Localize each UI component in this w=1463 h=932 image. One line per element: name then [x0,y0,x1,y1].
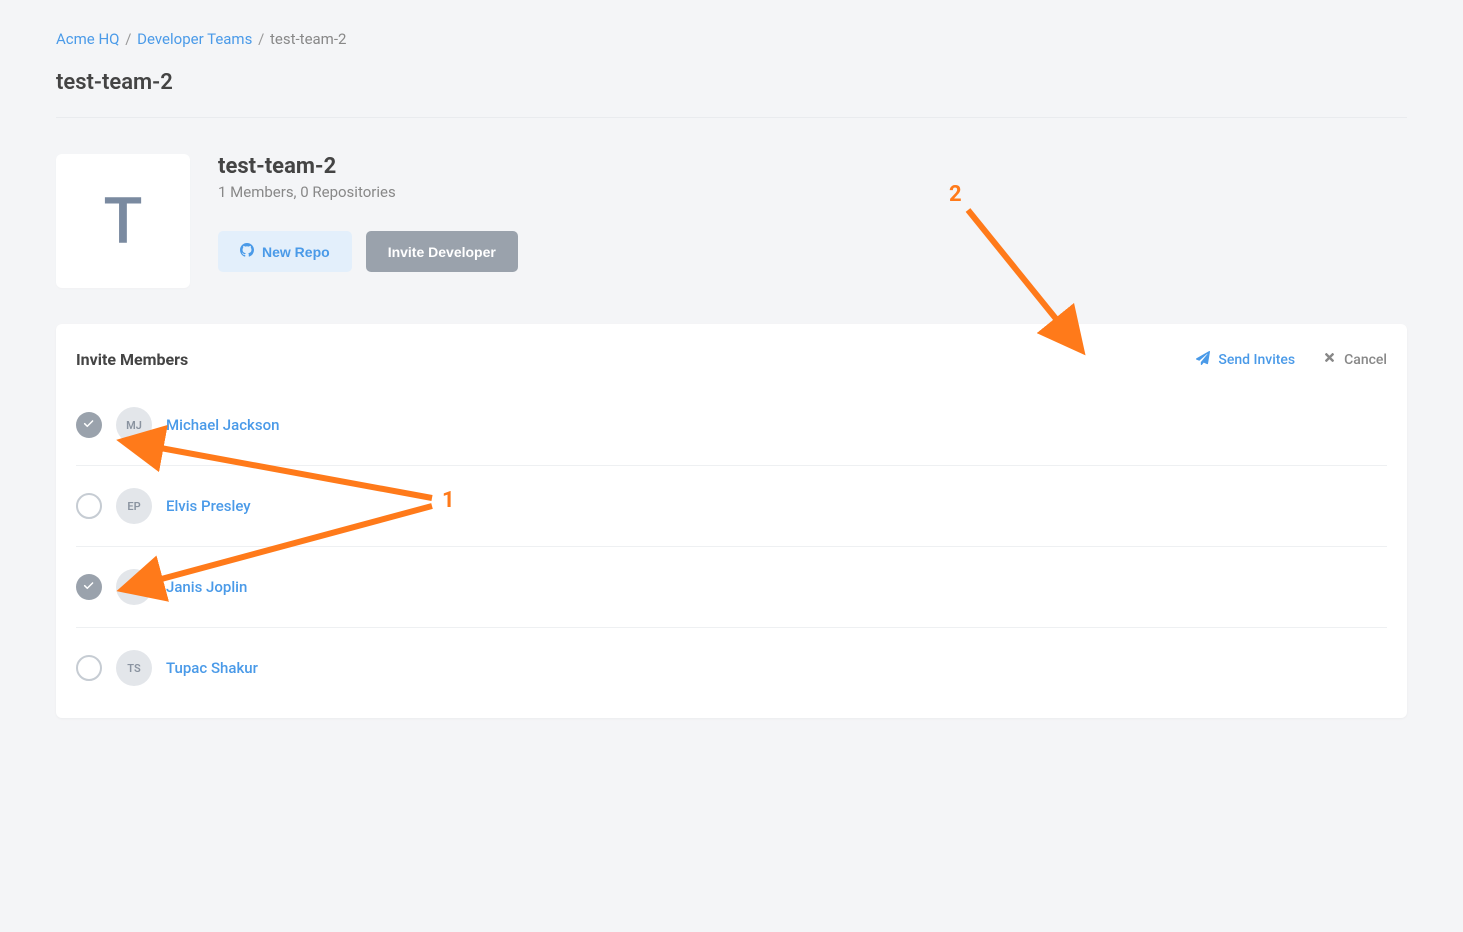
member-name-link[interactable]: Janis Joplin [166,578,247,596]
checkbox-checked-icon[interactable] [76,574,102,600]
page-title: test-team-2 [56,70,1407,95]
member-avatar: TS [116,650,152,686]
member-row: EP Elvis Presley [76,465,1387,546]
breadcrumb-current: test-team-2 [270,30,346,48]
member-list: MJ Michael Jackson EP Elvis Presley JJ Janis … [76,397,1387,708]
invite-developer-label: Invite Developer [388,244,496,260]
divider [56,117,1407,118]
team-header: T test-team-2 1 Members, 0 Repositories … [56,154,1407,288]
new-repo-button[interactable]: New Repo [218,231,352,272]
member-name-link[interactable]: Tupac Shakur [166,659,258,677]
invite-panel-actions: Send Invites Cancel [1196,351,1387,369]
new-repo-label: New Repo [262,244,330,260]
checkbox-empty-icon[interactable] [76,655,102,681]
member-name-link[interactable]: Elvis Presley [166,497,251,515]
checkbox-empty-icon[interactable] [76,493,102,519]
paper-plane-icon [1196,351,1210,369]
breadcrumb: Acme HQ / Developer Teams / test-team-2 [56,30,1407,48]
cancel-button[interactable]: Cancel [1323,351,1387,369]
team-info: test-team-2 1 Members, 0 Repositories Ne… [218,154,518,272]
send-invites-button[interactable]: Send Invites [1196,351,1295,369]
member-row: JJ Janis Joplin [76,546,1387,627]
member-name-link[interactable]: Michael Jackson [166,416,279,434]
invite-developer-button[interactable]: Invite Developer [366,231,518,272]
github-icon [240,243,254,260]
breadcrumb-sep: / [125,30,131,48]
member-avatar: MJ [116,407,152,443]
team-buttons: New Repo Invite Developer [218,231,518,272]
member-avatar: JJ [116,569,152,605]
member-avatar: EP [116,488,152,524]
cancel-label: Cancel [1344,352,1387,368]
member-row: TS Tupac Shakur [76,627,1387,708]
team-subtitle: 1 Members, 0 Repositories [218,183,518,201]
breadcrumb-section-link[interactable]: Developer Teams [137,30,252,48]
breadcrumb-org-link[interactable]: Acme HQ [56,30,120,48]
checkbox-checked-icon[interactable] [76,412,102,438]
close-icon [1323,351,1336,368]
invite-panel-head: Invite Members Send Invites Cancel [76,350,1387,369]
invite-panel: Invite Members Send Invites Cancel MJ Mic… [56,324,1407,718]
team-avatar: T [56,154,190,288]
breadcrumb-sep: / [258,30,264,48]
team-name: test-team-2 [218,154,518,179]
invite-panel-title: Invite Members [76,350,188,369]
send-invites-label: Send Invites [1218,352,1295,368]
member-row: MJ Michael Jackson [76,397,1387,465]
